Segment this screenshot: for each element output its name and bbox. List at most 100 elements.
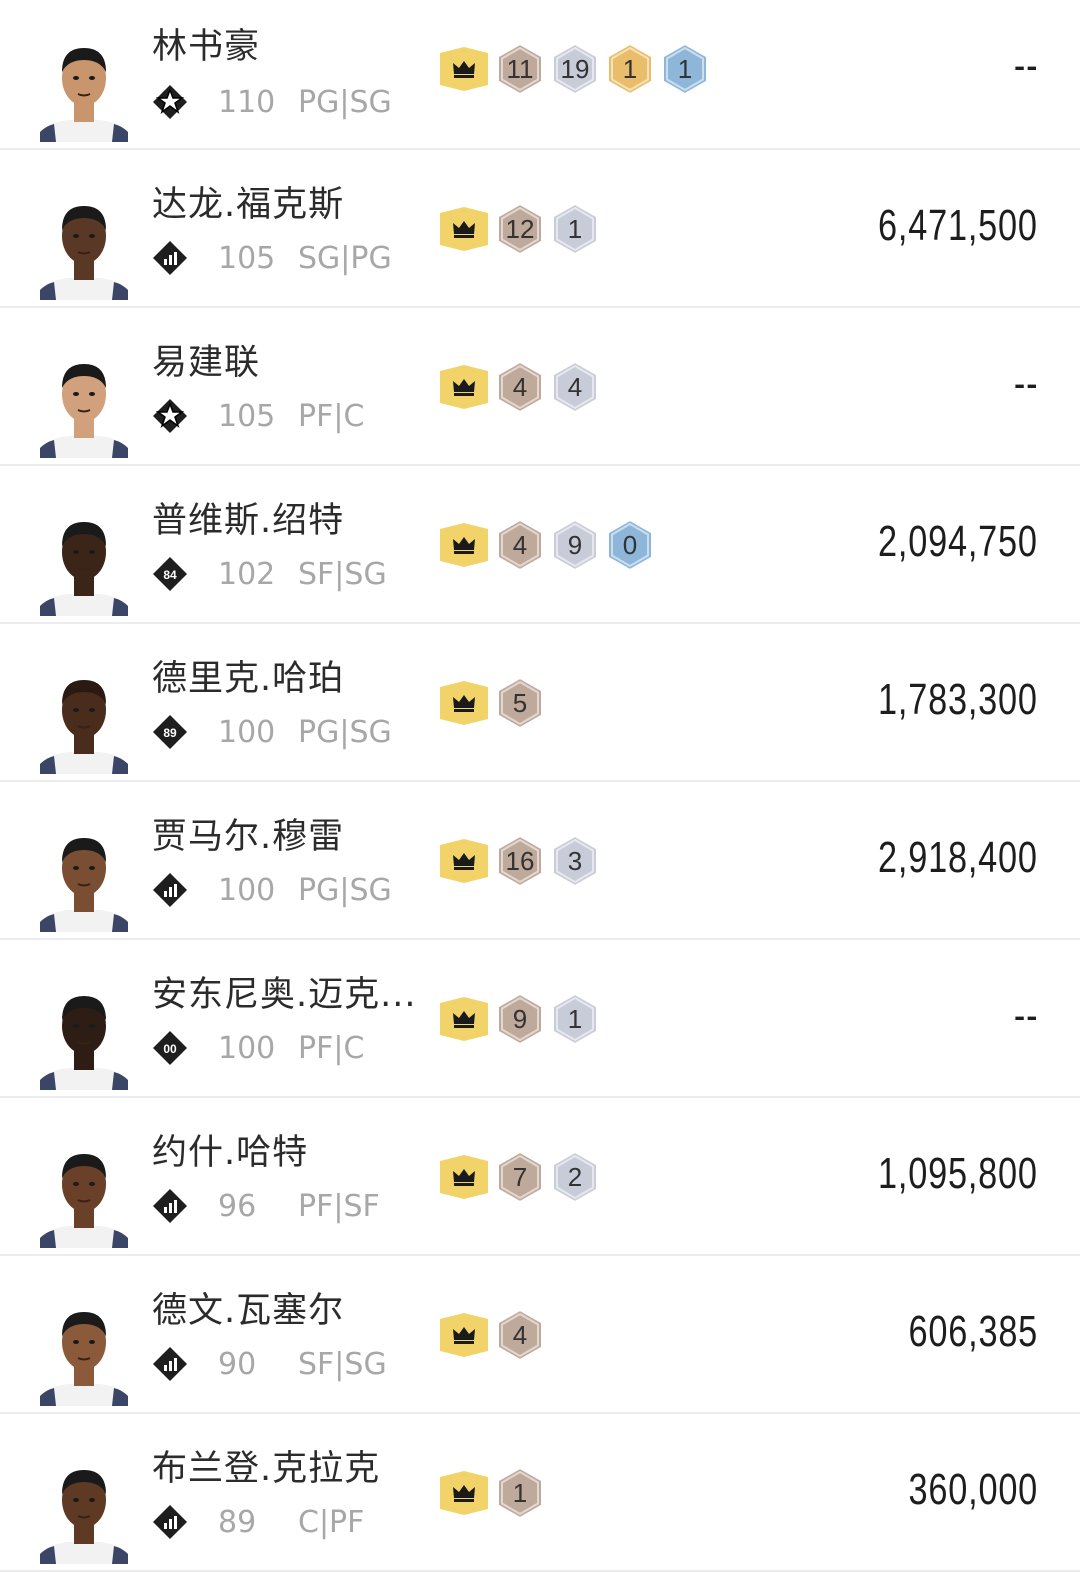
badge-count: 4 bbox=[512, 1320, 528, 1350]
player-position: PF|SF bbox=[298, 1188, 380, 1224]
player-rating: 110 bbox=[218, 84, 276, 120]
player-meta: 84 102 SF|SG bbox=[152, 556, 387, 592]
player-meta: 105 PF|C bbox=[152, 398, 364, 434]
svg-text:84: 84 bbox=[163, 568, 177, 582]
player-price: 6,471,500 bbox=[878, 201, 1038, 250]
player-meta: 89 C|PF bbox=[152, 1504, 364, 1540]
badge-silver: 4 bbox=[552, 361, 598, 413]
player-price: 360,000 bbox=[908, 1465, 1038, 1514]
player-avatar bbox=[40, 814, 128, 932]
player-row[interactable]: 约什.哈特 96 PF|SF 7 2 1,095,800 bbox=[0, 1098, 1080, 1256]
badge-bronze: 12 bbox=[497, 203, 543, 255]
badge-silver: 2 bbox=[552, 1151, 598, 1203]
player-price: 606,385 bbox=[908, 1307, 1038, 1356]
player-avatar bbox=[40, 1130, 128, 1248]
player-price: 1,783,300 bbox=[878, 675, 1038, 724]
star-diamond-icon bbox=[152, 84, 188, 120]
player-meta: 110 PG|SG bbox=[152, 84, 392, 120]
badge-count: 1 bbox=[512, 1478, 528, 1508]
player-row[interactable]: 易建联 105 PF|C 4 4 -- bbox=[0, 308, 1080, 466]
badge-silver: 3 bbox=[552, 835, 598, 887]
player-avatar bbox=[40, 1446, 128, 1564]
player-row[interactable]: 达龙.福克斯 105 SG|PG 12 1 6,471,500 bbox=[0, 150, 1080, 308]
player-name: 安东尼奥.迈克... bbox=[152, 975, 417, 1015]
crown-icon bbox=[440, 47, 488, 91]
star-diamond-icon bbox=[152, 398, 188, 434]
player-name: 达龙.福克斯 bbox=[152, 185, 345, 225]
badge-group: 12 1 bbox=[440, 203, 598, 255]
player-row[interactable]: 德里克.哈珀 89 100 PG|SG 5 1,783,300 bbox=[0, 624, 1080, 782]
badge-bronze: 4 bbox=[497, 1309, 543, 1361]
badge-bronze: 5 bbox=[497, 677, 543, 729]
badge-group: 11 19 1 1 bbox=[440, 43, 708, 95]
player-name: 林书豪 bbox=[152, 27, 261, 67]
player-row[interactable]: 安东尼奥.迈克... 00 100 PF|C 9 1 -- bbox=[0, 940, 1080, 1098]
player-position: SG|PG bbox=[298, 240, 392, 276]
badge-count: 4 bbox=[512, 530, 528, 560]
bars-diamond-icon bbox=[152, 872, 188, 908]
player-row[interactable]: 林书豪 110 PG|SG 11 19 1 1 -- bbox=[0, 0, 1080, 150]
crown-icon bbox=[440, 1313, 488, 1357]
bars-diamond-icon bbox=[152, 1504, 188, 1540]
crown-icon bbox=[440, 1471, 488, 1515]
84-diamond-icon: 84 bbox=[152, 556, 188, 592]
player-row[interactable]: 布兰登.克拉克 89 C|PF 1 360,000 bbox=[0, 1414, 1080, 1572]
badge-count: 1 bbox=[622, 54, 638, 84]
badge-bronze: 11 bbox=[497, 43, 543, 95]
badge-hof: 0 bbox=[607, 519, 653, 571]
badge-group: 4 4 bbox=[440, 361, 598, 413]
player-name: 易建联 bbox=[152, 343, 261, 383]
player-row[interactable]: 普维斯.绍特 84 102 SF|SG 4 9 0 2,094,750 bbox=[0, 466, 1080, 624]
badge-count: 5 bbox=[512, 688, 528, 718]
player-list: 林书豪 110 PG|SG 11 19 1 1 -- 达龙.福克斯 105 SG|PG 1… bbox=[0, 0, 1080, 1572]
player-rating: 89 bbox=[218, 1504, 257, 1540]
player-position: PF|C bbox=[298, 1030, 365, 1066]
player-rating: 90 bbox=[218, 1346, 257, 1382]
bars-diamond-icon bbox=[152, 1188, 188, 1224]
badge-silver: 9 bbox=[552, 519, 598, 571]
player-position: C|PF bbox=[298, 1504, 365, 1540]
player-price: 1,095,800 bbox=[878, 1149, 1038, 1198]
player-price: 2,918,400 bbox=[878, 833, 1038, 882]
bars-diamond-icon bbox=[152, 240, 188, 276]
player-avatar bbox=[40, 972, 128, 1090]
player-avatar bbox=[40, 182, 128, 300]
badge-count: 2 bbox=[567, 1162, 583, 1192]
badge-bronze: 4 bbox=[497, 361, 543, 413]
crown-icon bbox=[440, 207, 488, 251]
badge-count: 4 bbox=[512, 372, 528, 402]
crown-icon bbox=[440, 681, 488, 725]
badge-count: 9 bbox=[567, 530, 583, 560]
player-meta: 105 SG|PG bbox=[152, 240, 392, 276]
player-avatar bbox=[40, 498, 128, 616]
badge-silver: 19 bbox=[552, 43, 598, 95]
badge-count: 7 bbox=[512, 1162, 528, 1192]
badge-count: 16 bbox=[505, 846, 535, 876]
player-position: PG|SG bbox=[298, 84, 392, 120]
00-diamond-icon: 00 bbox=[152, 1030, 188, 1066]
crown-icon bbox=[440, 839, 488, 883]
player-price: 2,094,750 bbox=[878, 517, 1038, 566]
player-name: 布兰登.克拉克 bbox=[152, 1449, 381, 1489]
badge-group: 5 bbox=[440, 677, 543, 729]
player-position: PG|SG bbox=[298, 714, 392, 750]
badge-group: 7 2 bbox=[440, 1151, 598, 1203]
player-position: SF|SG bbox=[298, 556, 387, 592]
player-avatar bbox=[40, 340, 128, 458]
badge-count: 19 bbox=[560, 54, 590, 84]
player-rating: 105 bbox=[218, 240, 276, 276]
badge-group: 4 bbox=[440, 1309, 543, 1361]
player-position: PF|C bbox=[298, 398, 365, 434]
player-meta: 100 PG|SG bbox=[152, 872, 392, 908]
player-row[interactable]: 贾马尔.穆雷 100 PG|SG 16 3 2,918,400 bbox=[0, 782, 1080, 940]
player-rating: 100 bbox=[218, 1030, 276, 1066]
player-name: 德文.瓦塞尔 bbox=[152, 1291, 345, 1331]
player-row[interactable]: 德文.瓦塞尔 90 SF|SG 4 606,385 bbox=[0, 1256, 1080, 1414]
badge-bronze: 1 bbox=[497, 1467, 543, 1519]
player-price: -- bbox=[1013, 41, 1038, 90]
crown-icon bbox=[440, 523, 488, 567]
player-avatar bbox=[40, 1288, 128, 1406]
badge-count: 4 bbox=[567, 372, 583, 402]
player-position: SF|SG bbox=[298, 1346, 387, 1382]
crown-icon bbox=[440, 1155, 488, 1199]
